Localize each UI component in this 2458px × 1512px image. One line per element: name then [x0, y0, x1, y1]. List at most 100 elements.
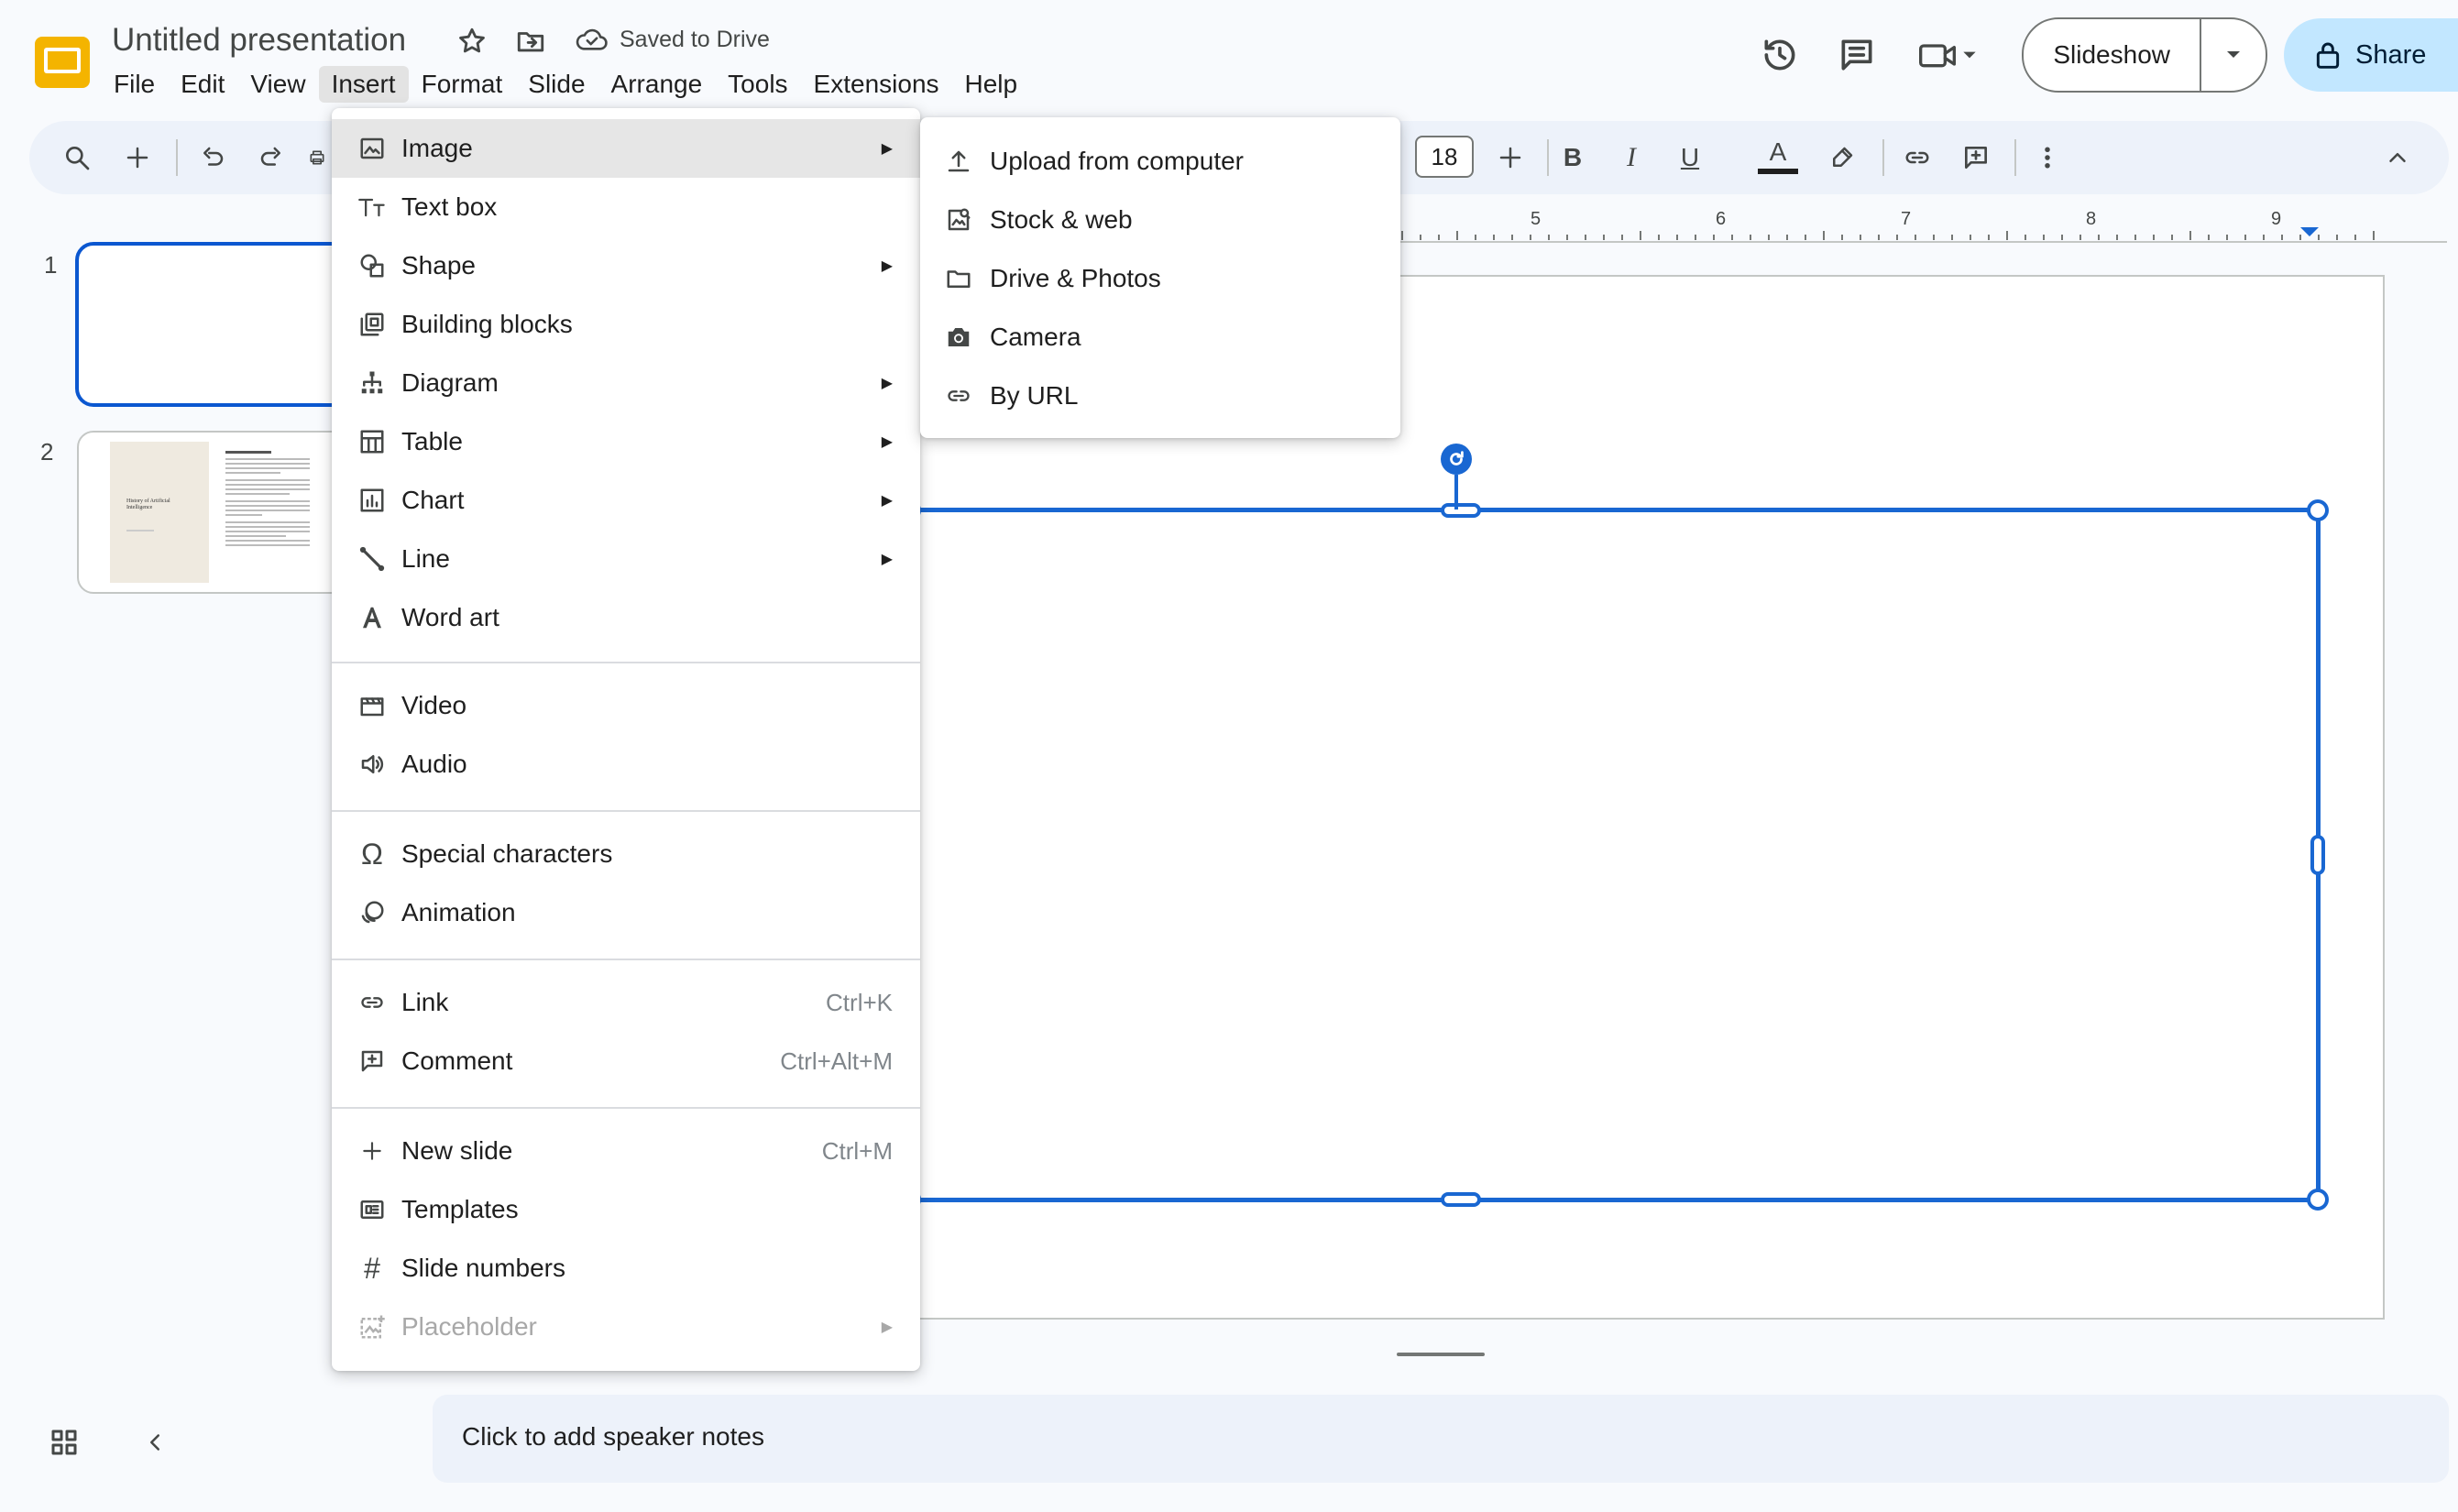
menu-file[interactable]: File: [101, 66, 168, 103]
menu-insert[interactable]: Insert: [318, 66, 409, 103]
insert-menu-comment[interactable]: Comment Ctrl+Alt+M: [332, 1032, 920, 1090]
resize-handle-top[interactable]: [1441, 503, 1481, 518]
insert-menu-special-characters[interactable]: Ω Special characters: [332, 825, 920, 883]
rotate-icon: [1450, 451, 1464, 466]
notes-resize-handle[interactable]: [1397, 1353, 1485, 1356]
menu-slide[interactable]: Slide: [515, 66, 598, 103]
slide-thumbnail-2[interactable]: History of Artificial Intelligence: [77, 431, 352, 594]
star-icon[interactable]: [456, 26, 488, 57]
insert-menu-new-slide[interactable]: New slide Ctrl+M: [332, 1122, 920, 1180]
print-icon[interactable]: [308, 139, 326, 176]
resize-handle-bottom-right[interactable]: [2307, 1189, 2329, 1211]
increase-font-icon[interactable]: [1492, 139, 1529, 176]
insert-menu-link-label: Link: [401, 988, 449, 1016]
menu-extensions[interactable]: Extensions: [801, 66, 952, 103]
insert-menu-animation[interactable]: Animation: [332, 883, 920, 942]
insert-menu-image[interactable]: Image ▶: [332, 119, 920, 178]
image-submenu-camera[interactable]: Camera: [920, 308, 1400, 367]
insert-menu-video[interactable]: Video: [332, 676, 920, 735]
share-button[interactable]: Share: [2284, 18, 2458, 92]
image-submenu-by-url[interactable]: By URL: [920, 367, 1400, 425]
ruler-label-8: 8: [2086, 209, 2097, 229]
submenu-arrow-icon: ▶: [881, 1320, 893, 1335]
document-title[interactable]: Untitled presentation: [112, 22, 406, 59]
submenu-arrow-icon: ▶: [881, 258, 893, 274]
insert-menu-image-label: Image: [401, 134, 473, 162]
insert-menu-shape[interactable]: Shape ▶: [332, 236, 920, 295]
submenu-arrow-icon: ▶: [881, 141, 893, 157]
submenu-arrow-icon: ▶: [881, 376, 893, 391]
line-icon: [356, 542, 389, 575]
comments-icon[interactable]: [1824, 22, 1890, 88]
image-submenu-upload[interactable]: Upload from computer: [920, 132, 1400, 191]
meet-icon[interactable]: [1901, 22, 1992, 88]
menu-tools[interactable]: Tools: [715, 66, 800, 103]
image-submenu-by-url-label: By URL: [990, 381, 1079, 410]
insert-link-icon[interactable]: [1899, 139, 1936, 176]
insert-menu-audio[interactable]: Audio: [332, 735, 920, 794]
move-folder-icon[interactable]: [515, 26, 546, 57]
menu-arrange[interactable]: Arrange: [598, 66, 716, 103]
save-status[interactable]: Saved to Drive: [576, 26, 770, 53]
slideshow-button[interactable]: Slideshow: [2024, 19, 2200, 91]
insert-menu-line-label: Line: [401, 544, 450, 573]
insert-menu-link[interactable]: Link Ctrl+K: [332, 973, 920, 1032]
version-history-icon[interactable]: [1747, 22, 1813, 88]
insert-menu-chart[interactable]: Chart ▶: [332, 471, 920, 530]
search-menus-icon[interactable]: [59, 139, 95, 176]
image-icon: [356, 132, 389, 165]
rotate-handle[interactable]: [1441, 444, 1472, 475]
menu-separator: [332, 662, 920, 663]
resize-handle-bottom[interactable]: [1441, 1192, 1481, 1207]
insert-menu-slide-numbers[interactable]: # Slide numbers: [332, 1239, 920, 1298]
insert-menu-animation-label: Animation: [401, 898, 516, 926]
menu-view[interactable]: View: [237, 66, 318, 103]
redo-icon[interactable]: [253, 139, 290, 176]
speaker-notes[interactable]: Click to add speaker notes: [433, 1395, 2449, 1483]
menu-edit[interactable]: Edit: [168, 66, 237, 103]
grid-view-icon[interactable]: [48, 1426, 81, 1459]
slide-thumbnail-1[interactable]: [75, 242, 350, 407]
insert-menu: Image ▶ Text box Shape ▶ Building blocks…: [332, 108, 920, 1371]
text-color-button[interactable]: A: [1758, 134, 1798, 178]
selected-text-box[interactable]: [899, 499, 2329, 1211]
menu-help[interactable]: Help: [952, 66, 1031, 103]
insert-menu-building-blocks[interactable]: Building blocks: [332, 295, 920, 354]
menu-format[interactable]: Format: [409, 66, 516, 103]
saved-status-text: Saved to Drive: [620, 26, 770, 52]
more-options-icon[interactable]: [2029, 139, 2066, 176]
menu-separator: [332, 1107, 920, 1109]
insert-menu-shape-label: Shape: [401, 251, 476, 279]
highlight-color-icon[interactable]: [1824, 139, 1860, 176]
horizontal-ruler[interactable]: 5 6 7 8 9: [1384, 207, 2447, 246]
video-icon: [356, 689, 389, 722]
slideshow-dropdown[interactable]: [2200, 19, 2266, 91]
rotate-handle-stem: [1454, 475, 1458, 509]
new-slide-icon[interactable]: [119, 139, 156, 176]
insert-menu-templates-label: Templates: [401, 1195, 519, 1223]
insert-menu-placeholder[interactable]: Placeholder ▶: [332, 1298, 920, 1356]
new-slide-shortcut: Ctrl+M: [821, 1136, 893, 1165]
insert-menu-templates[interactable]: Templates: [332, 1180, 920, 1239]
collapse-toolbar-icon[interactable]: [2379, 139, 2416, 176]
image-submenu-camera-label: Camera: [990, 323, 1081, 351]
insert-menu-word-art[interactable]: Word art: [332, 588, 920, 647]
underline-button[interactable]: U: [1672, 139, 1708, 176]
insert-menu-table[interactable]: Table ▶: [332, 412, 920, 471]
image-submenu-stock-web[interactable]: Stock & web: [920, 191, 1400, 249]
submenu-arrow-icon: ▶: [881, 434, 893, 450]
bold-button[interactable]: B: [1554, 139, 1591, 176]
resize-handle-right[interactable]: [2310, 835, 2325, 875]
font-size-input[interactable]: 18: [1415, 136, 1474, 178]
italic-button[interactable]: I: [1613, 139, 1650, 176]
slides-logo[interactable]: [31, 31, 93, 93]
undo-icon[interactable]: [194, 139, 231, 176]
add-comment-icon[interactable]: [1958, 139, 1994, 176]
image-submenu-drive-photos[interactable]: Drive & Photos: [920, 249, 1400, 308]
insert-menu-text-box[interactable]: Text box: [332, 178, 920, 236]
insert-menu-line[interactable]: Line ▶: [332, 530, 920, 588]
collapse-filmstrip-icon[interactable]: [141, 1426, 169, 1459]
resize-handle-top-right[interactable]: [2307, 499, 2329, 521]
insert-menu-diagram[interactable]: Diagram ▶: [332, 354, 920, 412]
image-submenu-drive-photos-label: Drive & Photos: [990, 264, 1161, 292]
